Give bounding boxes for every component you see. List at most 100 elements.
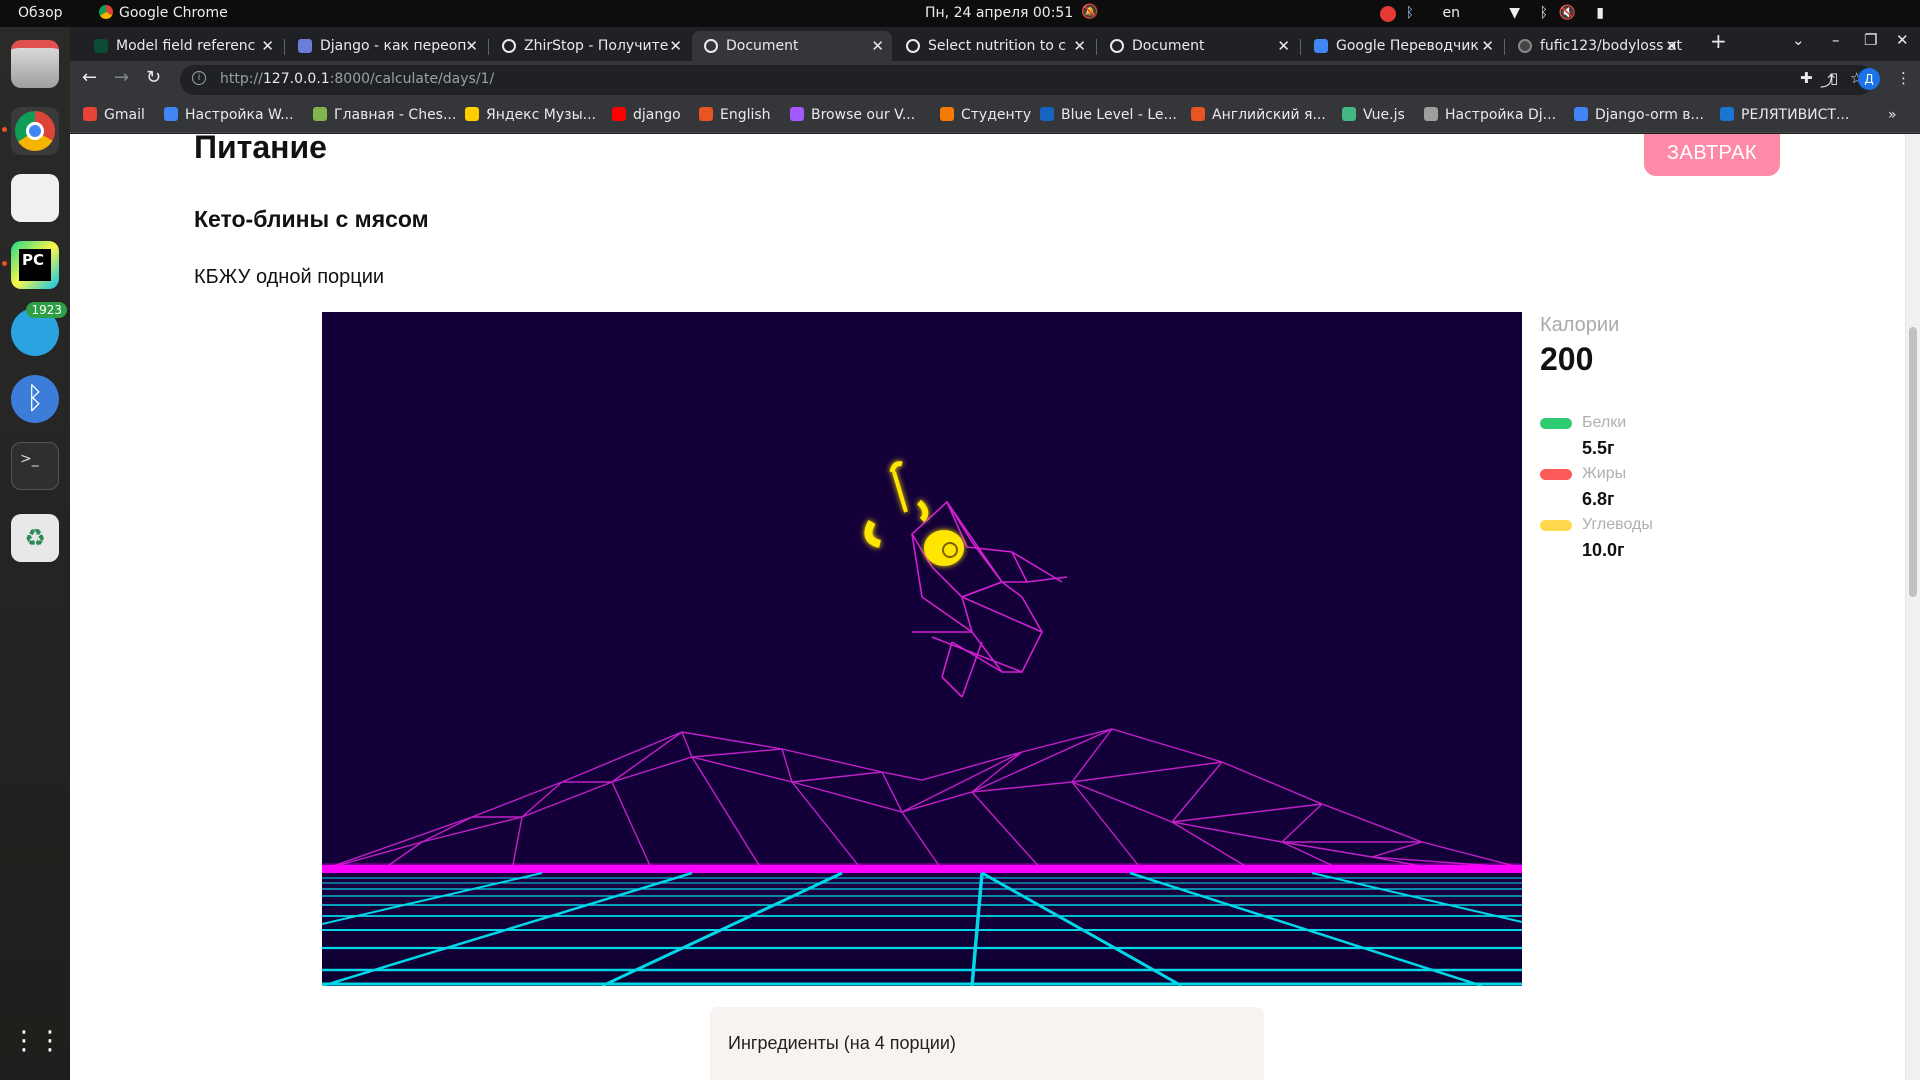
bookmark[interactable]: Vue.js [1342, 107, 1405, 123]
address-bar[interactable]: i http://127.0.0.1:8000/calculate/days/1… [180, 65, 1874, 95]
tab-title: Document [726, 38, 799, 54]
tab[interactable]: ZhirStop - Получите ✕ [490, 31, 690, 61]
tab[interactable]: Select nutrition to c ✕ [894, 31, 1094, 61]
maximize-icon[interactable]: ❐ [1864, 31, 1877, 49]
tab[interactable]: Document ✕ [1098, 31, 1298, 61]
translate-icon [1314, 39, 1328, 53]
extensions-icon[interactable]: ✚ [1800, 69, 1813, 87]
macro-value: 5.5г [1582, 438, 1615, 458]
stackoverflow-icon [298, 39, 312, 53]
close-icon[interactable]: ✕ [669, 31, 682, 61]
bookmark-label: Яндекс Музы... [486, 107, 596, 123]
app-menu[interactable]: Google Chrome [99, 5, 228, 21]
pycharm-icon[interactable]: PC [2, 241, 59, 289]
show-apps-icon[interactable]: ⋮⋮⋮ [11, 1017, 89, 1065]
bookmark[interactable]: English [699, 107, 771, 123]
document-viewer-icon[interactable] [11, 174, 59, 222]
side-panel-icon[interactable]: ▯ [1830, 69, 1838, 87]
menu-icon[interactable]: ⋮ [1896, 69, 1911, 87]
bookmark[interactable]: Главная - Ches... [313, 107, 456, 123]
minimize-icon[interactable]: – [1832, 31, 1840, 49]
globe-icon [502, 39, 516, 53]
reload-icon[interactable]: ↻ [146, 67, 161, 88]
terminal-icon[interactable]: >_ [11, 442, 59, 490]
bookmark[interactable]: Django-orm в... [1574, 107, 1704, 123]
close-icon[interactable]: ✕ [871, 31, 884, 61]
bookmark[interactable]: Browse our V... [790, 107, 915, 123]
bookmark[interactable]: Настройка Dj... [1424, 107, 1556, 123]
new-tab-icon[interactable]: + [1710, 29, 1727, 53]
bookmark-label: Английский я... [1212, 107, 1326, 123]
bookmark[interactable]: Английский я... [1191, 107, 1326, 123]
close-icon[interactable]: ✕ [1277, 31, 1290, 61]
tab-title: ZhirStop - Получите [524, 38, 669, 54]
tab-title: Document [1132, 38, 1205, 54]
close-icon[interactable]: ✕ [1481, 31, 1494, 61]
clock[interactable]: Пн, 24 апреля 00:51 [925, 5, 1073, 21]
gmail-icon [83, 107, 97, 121]
trash-icon[interactable]: ♻ [11, 514, 59, 562]
more-bookmarks-icon[interactable]: » [1888, 107, 1897, 123]
keyboard-layout[interactable]: en [1443, 5, 1461, 21]
macro-carbs: Углеводы 10.0г [1540, 516, 1740, 568]
ingredients-header: Ингредиенты (на 4 порции) [728, 1033, 956, 1053]
nutrition-subtitle: КБЖУ одной порции [194, 266, 385, 288]
synthwave-scene [322, 312, 1522, 986]
chrome-dock-icon[interactable] [2, 107, 59, 155]
close-window-icon[interactable]: ✕ [1896, 31, 1909, 49]
battery-icon[interactable]: ▮ [1596, 5, 1604, 21]
bluetooth-icon[interactable]: ᛒ [1540, 5, 1548, 21]
bookmark[interactable]: Blue Level - Le... [1040, 107, 1177, 123]
info-icon[interactable]: i [192, 71, 206, 85]
globe-icon [704, 39, 718, 53]
bluetooth-tray-icon[interactable]: ᛒ [1406, 5, 1414, 21]
tab[interactable]: Django - как переоп ✕ [286, 31, 486, 61]
wifi-icon[interactable]: ▼ [1509, 5, 1520, 21]
bookmark[interactable]: РЕЛЯТИВИСТ... [1720, 107, 1849, 123]
bookmark-label: Blue Level - Le... [1061, 107, 1177, 123]
scrollbar-thumb[interactable] [1909, 327, 1917, 597]
telegram-icon[interactable]: 1923 [11, 302, 67, 356]
meal-type-button[interactable]: ЗАВТРАК [1644, 134, 1780, 176]
bluetooth-manager-icon[interactable]: ᛒ [11, 375, 59, 423]
bookmark-label: Browse our V... [811, 107, 916, 123]
page-scrollbar[interactable] [1905, 134, 1920, 1080]
bookmark-favicon-icon [1040, 107, 1054, 121]
forward-icon[interactable]: → [114, 67, 129, 88]
tab[interactable]: fufic123/bodyloss at ✕ [1506, 31, 1686, 61]
back-icon[interactable]: ← [82, 67, 97, 88]
profile-avatar[interactable]: Д [1858, 68, 1880, 90]
bookmark-gmail[interactable]: Gmail [83, 107, 145, 123]
files-icon[interactable] [11, 40, 59, 88]
calories-value: 200 [1540, 341, 1594, 377]
notifications-muted-icon[interactable]: 🔕 [1081, 4, 1098, 20]
page-title: Питание [194, 134, 327, 165]
url-text[interactable]: http://127.0.0.1:8000/calculate/days/1/ [220, 71, 494, 87]
bookmark[interactable]: Студенту [940, 107, 1031, 123]
bookmark-label: Главная - Ches... [334, 107, 457, 123]
bookmark-favicon-icon [1720, 107, 1734, 121]
tab[interactable]: Google Переводчик ✕ [1302, 31, 1502, 61]
macro-fat: Жиры 6.8г [1540, 465, 1740, 517]
close-icon[interactable]: ✕ [1073, 31, 1086, 61]
close-icon[interactable]: ✕ [1665, 31, 1678, 61]
fat-color-indicator [1540, 469, 1572, 480]
tab-separator [1504, 39, 1505, 55]
tab-active[interactable]: Document ✕ [692, 31, 892, 61]
globe-icon [906, 39, 920, 53]
bookmark[interactable]: Настройка W... [164, 107, 294, 123]
bookmark-label: Настройка Dj... [1445, 107, 1557, 123]
close-icon[interactable]: ✕ [465, 31, 478, 61]
bookmark[interactable]: Яндекс Музы... [465, 107, 596, 123]
macro-value: 6.8г [1582, 489, 1615, 509]
tab-search-icon[interactable]: ⌄ [1792, 31, 1805, 49]
django-icon [94, 39, 108, 53]
activities-button[interactable]: Обзор [18, 5, 63, 21]
volume-icon[interactable]: 🔇 [1559, 5, 1576, 21]
close-icon[interactable]: ✕ [261, 31, 274, 61]
tab-title: Django - как переоп [320, 38, 467, 54]
bookmark[interactable]: django [612, 107, 681, 123]
youtube-icon [612, 107, 626, 121]
bookmark-label: Настройка W... [185, 107, 294, 123]
tab[interactable]: Model field referenc ✕ [82, 31, 282, 61]
